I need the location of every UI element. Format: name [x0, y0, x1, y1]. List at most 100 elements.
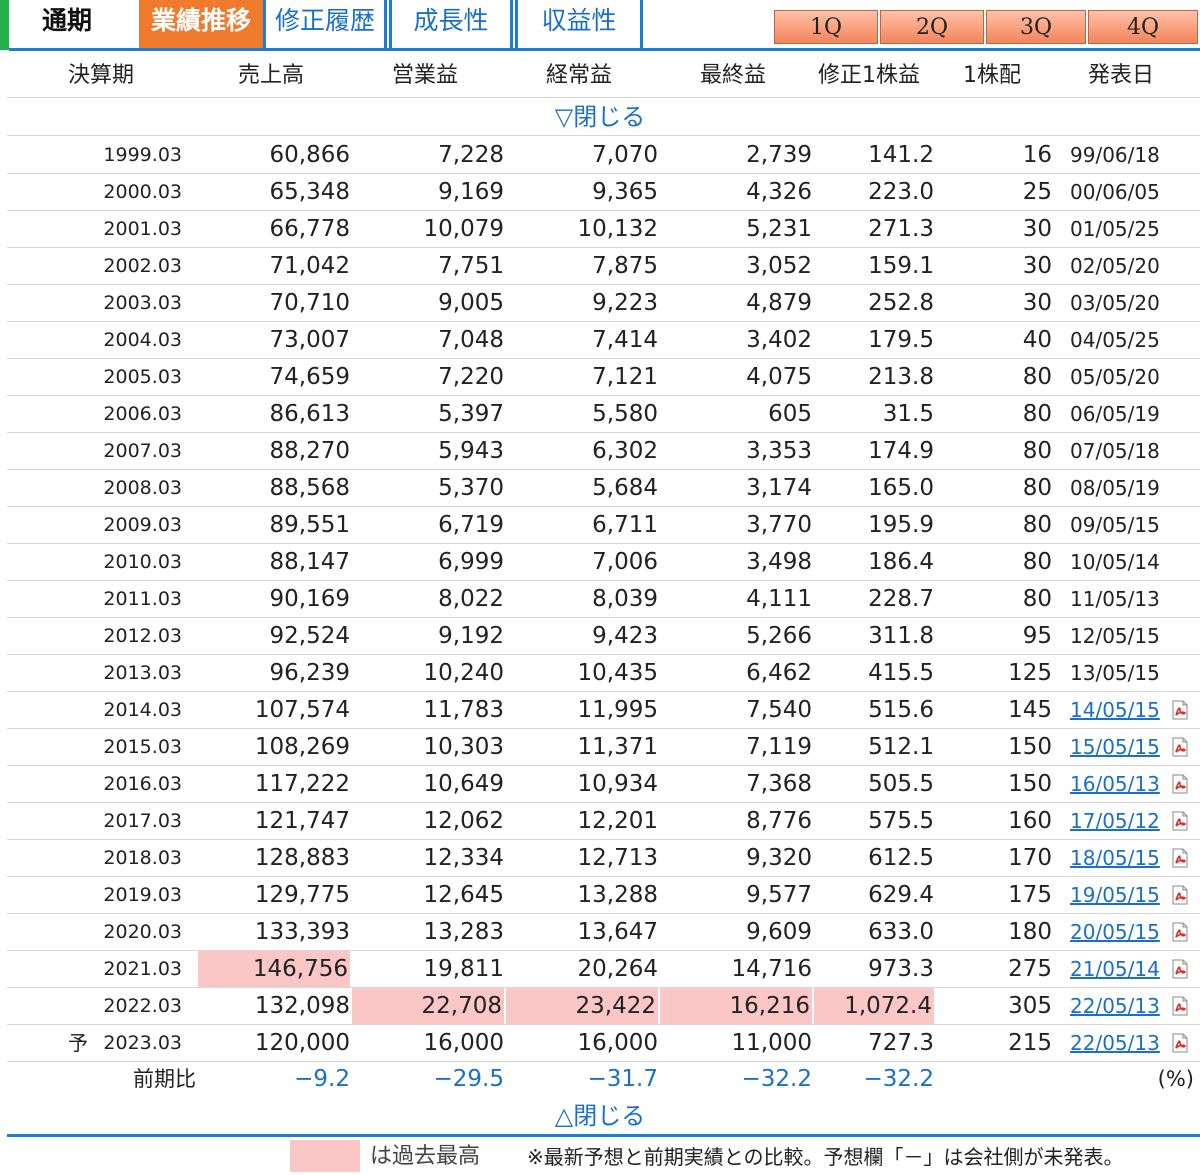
collapse-bottom-link[interactable]: △閉じる — [0, 1098, 1200, 1134]
cell-ordinary-profit: 9,365 — [592, 179, 658, 205]
cell-net-profit: 3,174 — [746, 475, 812, 501]
cell-operating-profit: 12,062 — [423, 808, 504, 834]
table-row: 2019.03 129,775 12,645 13,288 9,577 629.4 175 1… — [0, 877, 1200, 914]
cell-dividend: 95 — [1022, 623, 1052, 649]
tab-trend[interactable]: 業績推移 — [139, 0, 263, 50]
cell-announce-date: 08/05/19 — [1070, 476, 1160, 500]
cell-operating-profit: 9,192 — [438, 623, 504, 649]
announce-date-link[interactable]: 17/05/12 — [1070, 803, 1170, 840]
pdf-icon[interactable] — [1171, 737, 1189, 757]
cell-period: 2009.03 — [103, 514, 182, 536]
cell-period: 1999.03 — [103, 144, 182, 166]
cell-operating-profit: 5,370 — [438, 475, 504, 501]
cell-period: 2010.03 — [103, 551, 182, 573]
tab-accent-strip — [0, 0, 9, 50]
cell-eps: 505.5 — [868, 771, 934, 797]
pdf-icon[interactable] — [1171, 922, 1189, 942]
cell-announce-date: 13/05/15 — [1070, 661, 1160, 685]
pdf-icon[interactable] — [1171, 959, 1189, 979]
tab-annual[interactable]: 通期 — [9, 0, 139, 50]
collapse-top-link[interactable]: ▽閉じる — [0, 99, 1200, 135]
cell-sales: 132,098 — [254, 993, 350, 1019]
cell-period: 2006.03 — [103, 403, 182, 425]
cell-announce-date: 02/05/20 — [1070, 254, 1160, 278]
quarter-button-3q[interactable]: 3Q — [986, 10, 1086, 44]
cell-net-profit: 9,609 — [746, 919, 812, 945]
table-row: 2021.03 146,756 19,811 20,264 14,716 973.3 275… — [0, 951, 1200, 988]
cell-sales: 70,710 — [269, 290, 350, 316]
tab-revision[interactable]: 修正履歴 — [263, 0, 387, 50]
announce-date-link[interactable]: 21/05/14 — [1070, 951, 1170, 988]
cell-dividend: 150 — [1008, 734, 1052, 760]
cell-eps: 165.0 — [868, 475, 934, 501]
quarter-button-2q[interactable]: 2Q — [880, 10, 984, 44]
table-bottom-line — [7, 1134, 1200, 1137]
pdf-icon[interactable] — [1171, 774, 1189, 794]
cell-dividend: 40 — [1022, 327, 1052, 353]
cell-operating-profit: 19,811 — [423, 956, 504, 982]
cell-dividend: 175 — [1008, 882, 1052, 908]
announce-date-link[interactable]: 16/05/13 — [1070, 766, 1170, 803]
cell-sales: 117,222 — [254, 771, 350, 797]
pdf-icon[interactable] — [1171, 811, 1189, 831]
quarter-button-4q[interactable]: 4Q — [1088, 10, 1198, 44]
announce-date-link[interactable]: 15/05/15 — [1070, 729, 1170, 766]
tab-growth[interactable]: 成長性 — [389, 0, 513, 50]
cell-sales: 92,524 — [269, 623, 350, 649]
cell-period: 2018.03 — [103, 847, 182, 869]
table-row: 2000.03 65,348 9,169 9,365 4,326 223.0 25 00/06… — [0, 174, 1200, 211]
cell-operating-profit: 10,303 — [423, 734, 504, 760]
cell-announce-date: 04/05/25 — [1070, 328, 1160, 352]
cell-sales: 71,042 — [269, 253, 350, 279]
cell-announce-date: 09/05/15 — [1070, 513, 1160, 537]
cell-ordinary-profit: 8,039 — [592, 586, 658, 612]
cell-announce-date: 00/06/05 — [1070, 180, 1160, 204]
cell-announce-date: 05/05/20 — [1070, 365, 1160, 389]
pdf-icon[interactable] — [1171, 1033, 1189, 1053]
cell-ordinary-profit: 7,121 — [592, 364, 658, 390]
cell-operating-profit: 5,397 — [438, 401, 504, 427]
pdf-icon[interactable] — [1171, 885, 1189, 905]
cell-net-profit: 16,216 — [660, 988, 812, 1025]
cell-net-profit: 14,716 — [731, 956, 812, 982]
table-row: 2006.03 86,613 5,397 5,580 605 31.5 80 06/05/19 — [0, 396, 1200, 433]
cell-announce-date: 11/05/13 — [1070, 587, 1160, 611]
cell-eps: 223.0 — [868, 179, 934, 205]
table-row: 予 2023.03 120,000 16,000 16,000 11,000 727.3 21… — [0, 1025, 1200, 1062]
change-eps: −32.2 — [863, 1066, 934, 1092]
separator — [7, 135, 1200, 136]
table-row: 2008.03 88,568 5,370 5,684 3,174 165.0 80 08/05… — [0, 470, 1200, 507]
quarter-button-1q[interactable]: 1Q — [774, 10, 878, 44]
announce-date-link[interactable]: 22/05/13 — [1070, 1025, 1170, 1062]
cell-net-profit: 8,776 — [746, 808, 812, 834]
pdf-icon[interactable] — [1171, 996, 1189, 1016]
announce-date-link[interactable]: 20/05/15 — [1070, 914, 1170, 951]
cell-period: 2016.03 — [103, 773, 182, 795]
cell-operating-profit: 7,220 — [438, 364, 504, 390]
cell-period: 2008.03 — [103, 477, 182, 499]
cell-sales: 128,883 — [254, 845, 350, 871]
cell-operating-profit: 10,079 — [423, 216, 504, 242]
cell-net-profit: 9,577 — [746, 882, 812, 908]
announce-date-link[interactable]: 22/05/13 — [1070, 988, 1170, 1025]
tab-profitability[interactable]: 収益性 — [515, 0, 643, 50]
cell-net-profit: 3,052 — [746, 253, 812, 279]
cell-period: 2004.03 — [103, 329, 182, 351]
pdf-icon[interactable] — [1171, 848, 1189, 868]
cell-period: 2015.03 — [103, 736, 182, 758]
announce-date-link[interactable]: 19/05/15 — [1070, 877, 1170, 914]
pdf-icon[interactable] — [1171, 700, 1189, 720]
cell-net-profit: 7,540 — [746, 697, 812, 723]
cell-eps: 174.9 — [868, 438, 934, 464]
cell-eps: 179.5 — [868, 327, 934, 353]
announce-date-link[interactable]: 14/05/15 — [1070, 692, 1170, 729]
cell-period: 2002.03 — [103, 255, 182, 277]
cell-net-profit: 3,353 — [746, 438, 812, 464]
announce-date-link[interactable]: 18/05/15 — [1070, 840, 1170, 877]
cell-dividend: 150 — [1008, 771, 1052, 797]
cell-announce-date: 12/05/15 — [1070, 624, 1160, 648]
table-row: 2002.03 71,042 7,751 7,875 3,052 159.1 30 02/05… — [0, 248, 1200, 285]
cell-announce-date: 10/05/14 — [1070, 550, 1160, 574]
cell-net-profit: 7,368 — [746, 771, 812, 797]
cell-net-profit: 605 — [768, 401, 812, 427]
